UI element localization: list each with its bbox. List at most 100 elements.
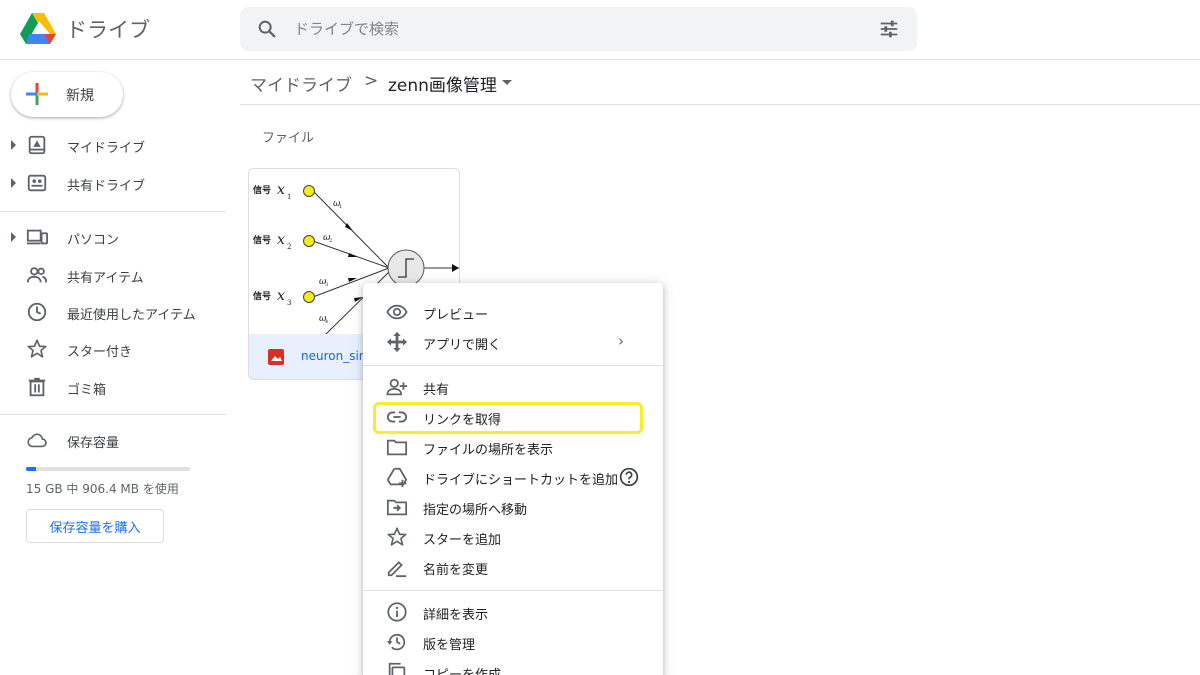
- menu-item-label: アプリで開く: [423, 338, 502, 353]
- shared-drives-icon: [27, 174, 47, 192]
- image-file-icon: [268, 349, 284, 365]
- sidebar-item-label: マイドライブ: [67, 141, 146, 156]
- search-options-icon[interactable]: [878, 18, 900, 40]
- copy-icon: [388, 662, 406, 675]
- menu-item-label: 共有: [423, 383, 450, 398]
- menu-item-label: ドライブにショートカットを追加: [423, 473, 619, 488]
- eye-icon: [386, 304, 408, 320]
- menu-item-preview[interactable]: プレビュー: [363, 297, 663, 327]
- sidebar-item-label: 最近使用したアイテム: [67, 308, 196, 323]
- new-button[interactable]: 新規: [11, 72, 123, 117]
- history-icon: [386, 633, 406, 651]
- sidebar-item-label: 共有ドライブ: [67, 179, 146, 194]
- signal-label: 信号: [253, 290, 271, 302]
- storage-usage-bar: [26, 467, 190, 471]
- menu-item-manage-versions[interactable]: 版を管理: [363, 627, 663, 657]
- app-title[interactable]: ドライブ: [66, 14, 150, 44]
- input-subscript: 3: [287, 299, 291, 307]
- divider: [363, 590, 663, 591]
- input-subscript: 1: [287, 193, 291, 201]
- menu-item-label: ファイルの場所を表示: [423, 443, 554, 458]
- sidebar: 新規 マイドライブ 共有ドライブ パソコン 共有アイテム 最近使用したアイテム …: [0, 60, 240, 675]
- sidebar-item-storage[interactable]: 保存容量: [0, 423, 226, 457]
- sidebar-item-label: 共有アイテム: [67, 271, 144, 286]
- sidebar-item-my-drive[interactable]: マイドライブ: [0, 128, 226, 162]
- sidebar-item-shared-with-me[interactable]: 共有アイテム: [0, 258, 226, 292]
- input-subscript: 2: [287, 243, 291, 251]
- weight-subscript: 1: [339, 204, 342, 210]
- edit-icon: [387, 561, 407, 578]
- my-drive-icon: [28, 135, 46, 155]
- weight-subscript: 4: [325, 319, 328, 325]
- sidebar-item-label: 保存容量: [67, 436, 120, 451]
- section-label-files: ファイル: [262, 131, 315, 146]
- input-variable: x: [277, 232, 285, 248]
- divider: [0, 211, 226, 212]
- move-to-folder-icon: [386, 499, 408, 516]
- menu-item-add-star[interactable]: スターを追加: [363, 522, 663, 552]
- sidebar-item-recent[interactable]: 最近使用したアイテム: [0, 295, 226, 329]
- shared-with-me-icon: [26, 267, 48, 283]
- menu-item-make-copy[interactable]: コピーを作成: [363, 657, 663, 675]
- signal-label: 信号: [253, 234, 271, 246]
- sidebar-item-starred[interactable]: スター付き: [0, 332, 226, 366]
- cloud-icon: [27, 433, 47, 448]
- search-bar[interactable]: [240, 7, 917, 51]
- menu-item-label: スターを追加: [423, 533, 502, 548]
- menu-item-move-to[interactable]: 指定の場所へ移動: [363, 492, 663, 522]
- search-input[interactable]: [294, 17, 854, 41]
- menu-item-view-details[interactable]: 詳細を表示: [363, 597, 663, 627]
- menu-item-open-with[interactable]: アプリで開く ›: [363, 327, 663, 357]
- star-icon: [27, 339, 47, 358]
- breadcrumb-root[interactable]: マイドライブ: [250, 71, 352, 96]
- top-bar: ドライブ: [0, 0, 1200, 60]
- sidebar-item-shared-drives[interactable]: 共有ドライブ: [0, 166, 226, 200]
- breadcrumb-current-folder[interactable]: zenn画像管理: [388, 71, 497, 96]
- sidebar-item-label: スター付き: [67, 345, 133, 360]
- menu-item-show-file-location[interactable]: ファイルの場所を表示: [363, 432, 663, 462]
- divider: [363, 365, 663, 366]
- expand-arrow-icon[interactable]: [11, 140, 16, 150]
- chevron-right-icon: ›: [618, 332, 624, 350]
- storage-usage-text: 15 GB 中 906.4 MB を使用: [26, 482, 179, 496]
- help-icon[interactable]: [619, 467, 639, 487]
- highlight-box: [373, 402, 643, 434]
- menu-item-label: 名前を変更: [423, 563, 489, 578]
- plus-icon: [26, 83, 48, 105]
- open-with-icon: [386, 331, 408, 353]
- expand-arrow-icon[interactable]: [11, 178, 16, 188]
- weight-subscript: 2: [329, 238, 332, 244]
- folder-icon: [386, 439, 408, 456]
- drive-logo-icon[interactable]: [20, 12, 56, 46]
- breadcrumb-separator: >: [364, 71, 379, 91]
- new-button-label: 新規: [66, 88, 94, 104]
- sidebar-item-label: パソコン: [67, 233, 120, 248]
- menu-item-rename[interactable]: 名前を変更: [363, 552, 663, 582]
- menu-item-label: 詳細を表示: [423, 608, 489, 623]
- menu-item-label: 指定の場所へ移動: [423, 503, 528, 518]
- storage-usage-fill: [26, 467, 36, 471]
- sidebar-item-computers[interactable]: パソコン: [0, 220, 226, 254]
- signal-label: 信号: [253, 184, 271, 196]
- sidebar-item-label: ゴミ箱: [67, 383, 107, 398]
- divider: [240, 104, 1200, 105]
- search-icon[interactable]: [256, 18, 278, 40]
- context-menu: プレビュー アプリで開く › 共有 リンクを取得 ファイルの場所を表示 ドライブ…: [363, 283, 663, 675]
- add-shortcut-icon: [386, 467, 408, 488]
- input-variable: x: [277, 182, 285, 198]
- input-variable: x: [277, 288, 285, 304]
- folder-dropdown-icon[interactable]: [502, 80, 512, 85]
- computers-icon: [26, 229, 48, 245]
- star-outline-icon: [387, 527, 407, 546]
- menu-item-label: 版を管理: [423, 638, 476, 653]
- menu-item-add-shortcut[interactable]: ドライブにショートカットを追加: [363, 462, 663, 492]
- person-add-icon: [386, 378, 408, 396]
- sidebar-item-trash[interactable]: ゴミ箱: [0, 370, 226, 404]
- trash-icon: [28, 377, 46, 397]
- menu-item-share[interactable]: 共有: [363, 372, 663, 402]
- buy-storage-button[interactable]: 保存容量を購入: [26, 509, 164, 543]
- expand-arrow-icon[interactable]: [11, 232, 16, 242]
- menu-item-label: コピーを作成: [423, 664, 501, 675]
- recent-icon: [27, 302, 47, 322]
- info-icon: [387, 602, 407, 622]
